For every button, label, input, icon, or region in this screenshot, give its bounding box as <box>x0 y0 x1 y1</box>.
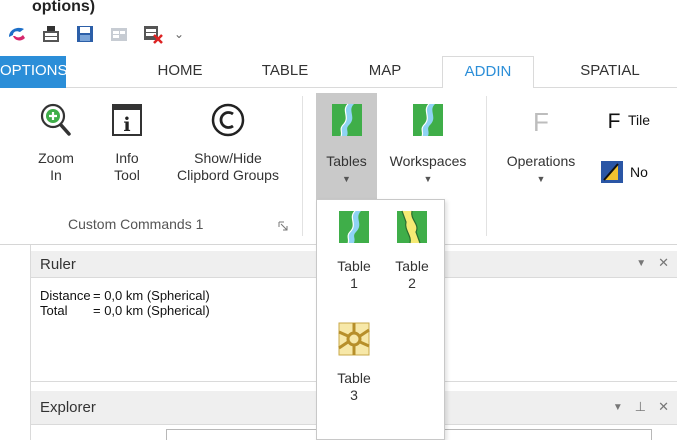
workspaces-label: Workspaces <box>389 153 467 169</box>
table-map-icon <box>331 103 362 137</box>
north-arrow-button[interactable]: No <box>600 160 648 184</box>
tab-addin[interactable]: ADDIN <box>442 56 534 89</box>
ruler-row-total: Total = 0,0 km (Spherical) <box>40 303 210 318</box>
dropdown-item-label-2: 2 <box>408 275 416 291</box>
group-separator <box>486 96 487 236</box>
ruler-key: Distance <box>40 288 91 303</box>
dropdown-item-label-1: Table <box>337 258 371 274</box>
group-caption-custom-commands: Custom Commands 1 <box>68 216 204 232</box>
operations-label: Operations <box>506 153 576 169</box>
ruler-value: = 0,0 km (Spherical) <box>93 303 210 318</box>
tables-dropdown-menu: Table 1 Table 2 Table 3 <box>316 199 445 440</box>
dropdown-item-table-1[interactable]: Table 1 <box>326 210 382 292</box>
table-yellow-map-icon <box>397 210 427 244</box>
no-label: No <box>630 164 648 180</box>
show-hide-label-1: Show/Hide <box>194 150 262 166</box>
qat-overflow-icon[interactable]: ⌄ <box>170 17 188 51</box>
tab-spatial[interactable]: SPATIAL <box>560 56 660 88</box>
ruler-value: = 0,0 km (Spherical) <box>93 288 210 303</box>
svg-text:F: F <box>533 107 549 137</box>
dropdown-item-label-2: 3 <box>350 387 358 403</box>
group-separator <box>302 96 303 236</box>
quick-access-toolbar: ⌄ <box>0 14 188 54</box>
workspaces-button[interactable]: Workspaces ▼ <box>380 93 476 203</box>
dropdown-item-label-1: Table <box>395 258 429 274</box>
zoom-in-label-2: In <box>50 167 62 183</box>
tile-label: Tile <box>628 112 651 128</box>
close-table-icon[interactable] <box>136 17 170 51</box>
ruler-key: Total <box>40 303 68 318</box>
dropdown-item-label-1: Table <box>337 370 371 386</box>
show-hide-clipboard-button[interactable]: Show/Hide Clipbord Groups <box>160 102 296 184</box>
dropdown-item-label-2: 1 <box>350 275 358 291</box>
tile-f-icon: F <box>608 110 621 132</box>
ribbon-tabbar: OPTIONS HOME TABLE MAP ADDIN SPATIAL <box>0 56 677 89</box>
explorer-panel-tools: ▼ ⊥ ✕ <box>613 399 669 415</box>
ruler-row-distance: Distance = 0,0 km (Spherical) <box>40 288 210 303</box>
zoom-in-button[interactable]: Zoom In <box>32 102 80 184</box>
open-workspace-icon[interactable] <box>34 17 68 51</box>
info-tool-label-2: Tool <box>114 167 140 183</box>
operations-button[interactable]: F Operations ▼ <box>493 93 589 203</box>
svg-text:i: i <box>123 114 130 136</box>
north-arrow-icon <box>601 161 623 183</box>
left-dock-strip <box>0 245 31 440</box>
tables-dropdown-caret: ▼ <box>342 174 351 184</box>
workspace-map-icon <box>413 103 443 137</box>
close-icon[interactable]: ✕ <box>658 399 669 415</box>
pin-icon[interactable]: ⊥ <box>635 399 646 415</box>
info-icon: i <box>112 104 142 136</box>
tab-table[interactable]: TABLE <box>245 56 325 88</box>
info-tool-label-1: Info <box>115 150 139 166</box>
operations-f-icon: F <box>533 107 549 137</box>
tile-button[interactable]: F Tile <box>604 108 650 132</box>
tab-options[interactable]: OPTIONS <box>0 56 68 88</box>
svg-text:F: F <box>608 110 621 132</box>
panel-menu-icon[interactable]: ▼ <box>613 402 623 415</box>
title-bar: options) ⌄ <box>0 0 677 56</box>
table-map-icon <box>339 210 369 244</box>
table-roundabout-icon <box>338 322 370 356</box>
operations-dropdown-caret: ▼ <box>536 174 546 184</box>
zoom-in-label-1: Zoom <box>38 150 74 166</box>
ruler-panel-tools: ▼ ✕ <box>636 255 669 271</box>
save-workspace-icon[interactable] <box>68 17 102 51</box>
workspaces-dropdown-caret: ▼ <box>423 174 433 184</box>
close-icon[interactable]: ✕ <box>658 255 669 271</box>
tab-home[interactable]: HOME <box>135 56 225 88</box>
zoom-in-icon <box>40 103 71 136</box>
show-hide-label-2: Clipbord Groups <box>177 167 279 183</box>
explorer-panel-title: Explorer <box>40 399 96 416</box>
panel-menu-icon[interactable]: ▼ <box>636 258 646 271</box>
copyright-icon <box>211 103 245 137</box>
tab-icon[interactable] <box>102 17 136 51</box>
tables-button[interactable]: Tables ▼ <box>316 93 377 203</box>
dialog-launcher-icon[interactable] <box>278 219 288 231</box>
dropdown-item-table-2[interactable]: Table 2 <box>384 210 440 292</box>
app-logo-icon[interactable] <box>0 17 34 51</box>
dropdown-item-table-3[interactable]: Table 3 <box>326 322 382 404</box>
info-tool-button[interactable]: i Info Tool <box>104 102 150 184</box>
ruler-panel-title: Ruler <box>40 256 76 273</box>
tab-map[interactable]: MAP <box>355 56 415 88</box>
tables-label: Tables <box>326 153 367 169</box>
